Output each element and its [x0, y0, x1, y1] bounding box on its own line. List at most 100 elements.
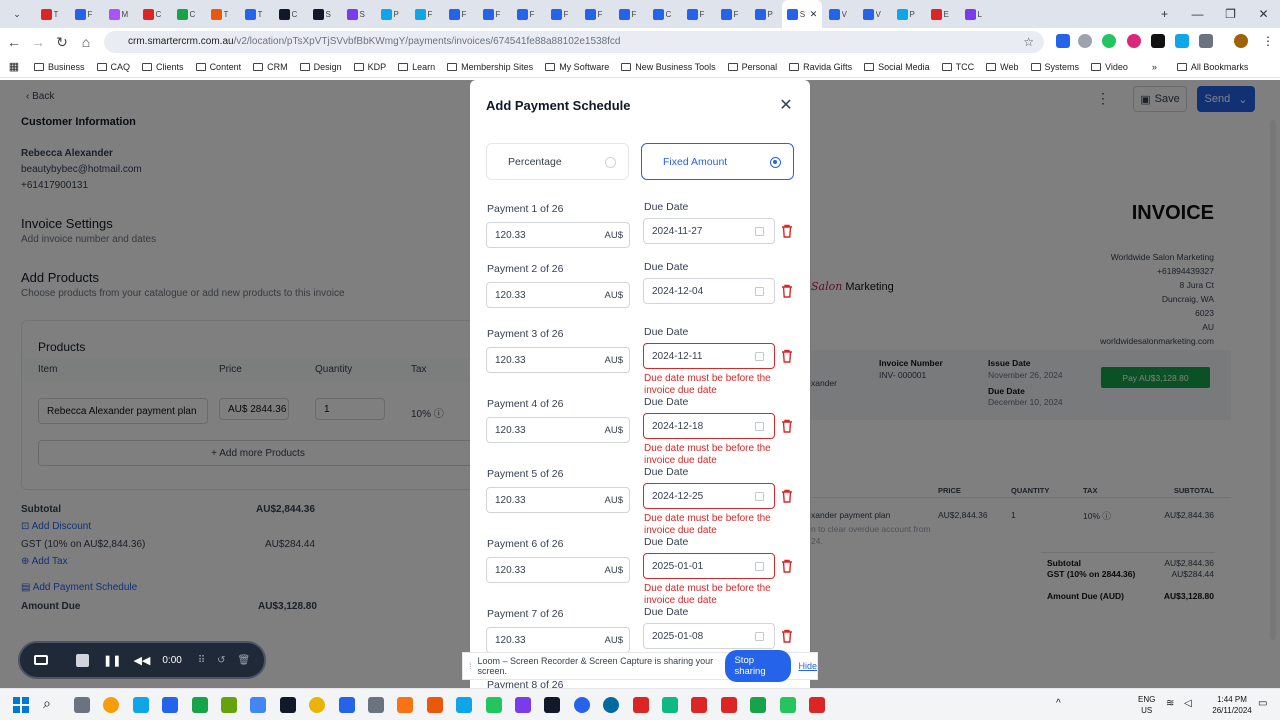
bookmark-folder[interactable]: Social Media — [858, 62, 936, 72]
fixed-radio[interactable] — [770, 157, 781, 168]
more-bookmarks-icon[interactable]: » — [1152, 62, 1157, 72]
browser-tab[interactable]: T — [204, 0, 238, 28]
browser-tab[interactable]: L — [958, 0, 992, 28]
browser-tab[interactable]: T — [34, 0, 68, 28]
browser-tab[interactable]: C — [136, 0, 170, 28]
browser-tab[interactable]: V — [856, 0, 890, 28]
home-icon[interactable]: ⌂ — [74, 34, 98, 50]
back-arrow-icon[interactable]: ← — [2, 34, 26, 50]
hide-link[interactable]: Hide — [798, 661, 817, 671]
restore-icon[interactable]: ❐ — [1214, 7, 1247, 21]
browser-tab[interactable]: P — [748, 0, 782, 28]
payment-amount-input[interactable]: 120.33 AU$ — [486, 487, 630, 513]
camera-icon[interactable] — [34, 655, 48, 665]
bookmark-folder[interactable]: New Business Tools — [615, 62, 721, 72]
taskbar-app-icon[interactable] — [573, 697, 590, 713]
taskbar-app-icon[interactable] — [515, 697, 531, 713]
notifications-icon[interactable]: ▭ — [1258, 698, 1267, 709]
calendar-icon[interactable] — [755, 227, 764, 236]
due-date-input[interactable]: 2025-01-08 — [643, 623, 775, 649]
percentage-radio[interactable] — [605, 157, 616, 168]
tab-search-button[interactable]: ⌄ — [0, 0, 34, 28]
taskbar-app-icon[interactable] — [103, 697, 120, 713]
delete-payment-icon[interactable] — [781, 419, 793, 433]
taskbar-app-icon[interactable] — [368, 697, 384, 713]
browser-tab[interactable]: F — [612, 0, 646, 28]
bookmark-folder[interactable]: KDP — [348, 62, 393, 72]
payment-amount-input[interactable]: 120.33 AU$ — [486, 282, 630, 308]
taskbar-app-icon[interactable] — [632, 697, 649, 713]
browser-tab[interactable]: F — [476, 0, 510, 28]
due-date-input[interactable]: 2024-12-25 — [643, 483, 775, 509]
taskbar-app-icon[interactable] — [662, 697, 678, 713]
taskbar-app-icon[interactable] — [603, 697, 620, 713]
taskbar-app-icon[interactable] — [74, 697, 90, 713]
bookmark-folder[interactable]: Learn — [392, 62, 441, 72]
taskbar-app-icon[interactable] — [132, 697, 149, 713]
forward-arrow-icon[interactable]: → — [26, 34, 50, 50]
delete-payment-icon[interactable] — [781, 224, 793, 238]
payment-amount-input[interactable]: 120.33 AU$ — [486, 627, 630, 653]
taskbar-app-icon[interactable] — [485, 697, 502, 713]
calendar-icon[interactable] — [755, 492, 764, 501]
calendar-icon[interactable] — [755, 632, 764, 641]
windows-start-icon[interactable] — [13, 697, 29, 713]
calendar-icon[interactable] — [755, 422, 764, 431]
tray-chevron-icon[interactable]: ^ — [1056, 698, 1061, 709]
apps-grid-icon[interactable]: ▦ — [0, 60, 28, 73]
all-bookmarks-folder[interactable]: All Bookmarks — [1171, 62, 1255, 72]
minimize-icon[interactable]: — — [1181, 7, 1214, 21]
taskbar-app-icon[interactable] — [309, 697, 326, 713]
bookmark-folder[interactable]: My Software — [539, 62, 615, 72]
browser-tab[interactable]: P — [374, 0, 408, 28]
wifi-icon[interactable]: ≋ — [1166, 698, 1174, 709]
calendar-icon[interactable] — [755, 562, 764, 571]
delete-payment-icon[interactable] — [781, 629, 793, 643]
delete-payment-icon[interactable] — [781, 559, 793, 573]
bookmark-folder[interactable]: Systems — [1025, 62, 1086, 72]
taskbar-app-icon[interactable] — [338, 697, 355, 713]
taskbar-app-icon[interactable] — [279, 697, 296, 713]
bookmark-folder[interactable]: Clients — [136, 62, 190, 72]
payment-amount-input[interactable]: 120.33 AU$ — [486, 347, 630, 373]
language-indicator[interactable]: ENG US — [1138, 694, 1155, 716]
browser-tab[interactable]: F — [408, 0, 442, 28]
due-date-input[interactable]: 2024-11-27 — [643, 218, 775, 244]
browser-tab[interactable]: F — [510, 0, 544, 28]
bookmark-folder[interactable]: Video — [1085, 62, 1134, 72]
search-icon[interactable]: ⌕ — [43, 695, 51, 712]
browser-tab[interactable]: S ✕ — [782, 0, 822, 28]
payment-amount-input[interactable]: 120.33 AU$ — [486, 557, 630, 583]
stop-sharing-button[interactable]: Stop sharing — [725, 650, 792, 682]
extension-icon[interactable] — [1127, 34, 1141, 48]
bookmark-folder[interactable]: Design — [294, 62, 348, 72]
delete-payment-icon[interactable] — [781, 284, 793, 298]
taskbar-app-icon[interactable] — [162, 697, 179, 713]
due-date-input[interactable]: 2024-12-11 — [643, 343, 775, 369]
puzzle-icon[interactable] — [1199, 34, 1213, 48]
avatar[interactable] — [1234, 34, 1248, 48]
due-date-input[interactable]: 2025-01-01 — [643, 553, 775, 579]
taskbar-app-icon[interactable] — [456, 697, 473, 713]
restart-icon[interactable]: ↺ — [217, 655, 225, 666]
bookmark-folder[interactable]: CAQ — [91, 62, 137, 72]
stop-icon[interactable] — [76, 653, 89, 667]
browser-tab[interactable]: M — [102, 0, 136, 28]
taskbar-app-icon[interactable] — [691, 697, 708, 713]
taskbar-app-icon[interactable] — [809, 697, 825, 713]
browser-tab[interactable]: T — [238, 0, 272, 28]
taskbar-app-icon[interactable] — [250, 697, 267, 713]
close-window-icon[interactable]: ✕ — [1247, 7, 1280, 21]
browser-tab[interactable]: C — [646, 0, 680, 28]
extension-icon[interactable] — [1102, 34, 1116, 48]
delete-payment-icon[interactable] — [781, 349, 793, 363]
taskbar-app-icon[interactable] — [397, 697, 414, 713]
browser-tab[interactable]: S — [340, 0, 374, 28]
taskbar-app-icon[interactable] — [720, 697, 737, 713]
drag-handle-icon[interactable]: ⁞ — [469, 661, 472, 671]
browser-tab[interactable]: P — [890, 0, 924, 28]
calendar-icon[interactable] — [755, 352, 764, 361]
option-percentage[interactable]: Percentage — [486, 143, 629, 180]
bookmark-folder[interactable]: Personal — [722, 62, 784, 72]
taskbar-app-icon[interactable] — [750, 697, 767, 713]
